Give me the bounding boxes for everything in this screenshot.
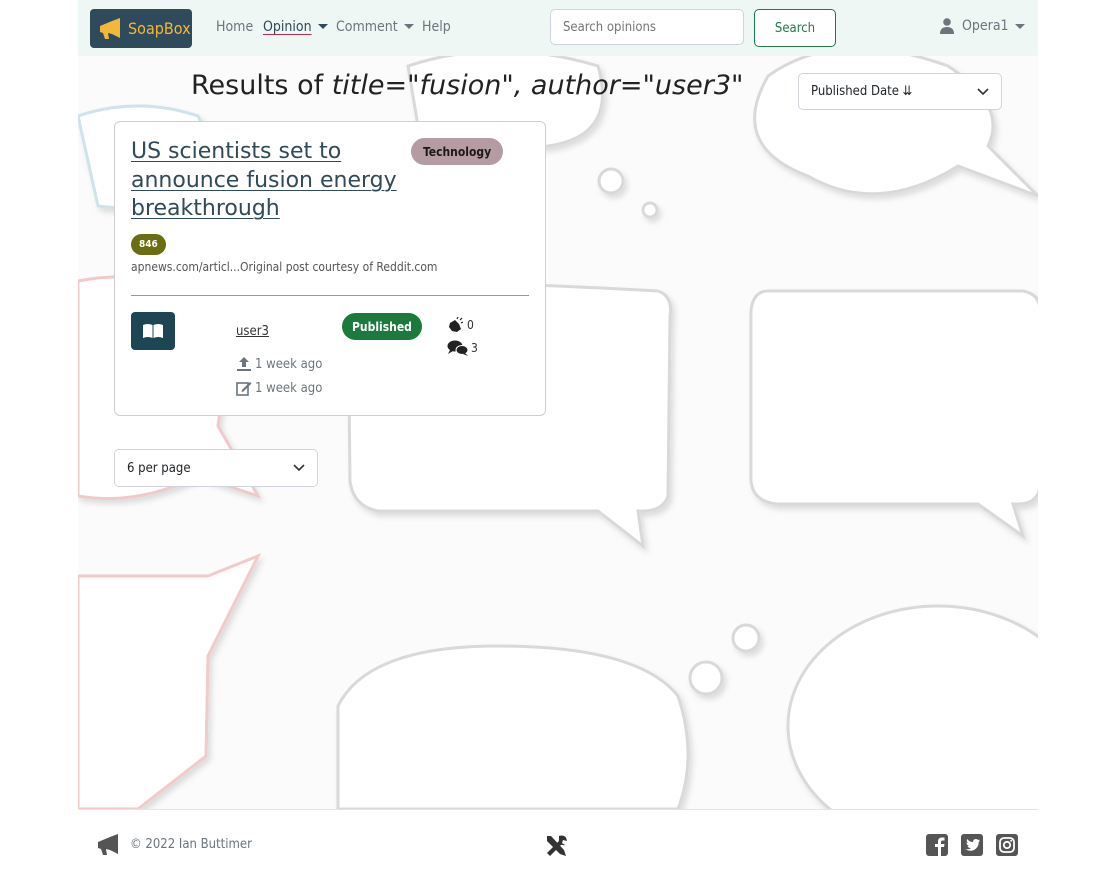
status-badge: Published (342, 313, 422, 340)
twitter-icon[interactable] (961, 834, 983, 856)
instagram-icon[interactable] (996, 834, 1018, 856)
upload-icon (237, 357, 251, 371)
results-prefix: Results of (191, 70, 332, 101)
results-query: title="fusion", author="user3" (331, 70, 744, 101)
facebook-icon[interactable] (926, 834, 948, 856)
opinion-card: US scientists set to announce fusion ene… (114, 121, 546, 416)
reaction-count: 0 (447, 317, 474, 333)
edit-icon (236, 382, 252, 396)
comment-count-text: 3 (471, 341, 478, 355)
published-date-text: 1 week ago (255, 356, 323, 372)
nav-opinion[interactable]: Opinion (263, 19, 328, 35)
brand-link[interactable]: SoapBox (90, 9, 192, 48)
per-page-selected: 6 per page (127, 460, 191, 476)
divider (131, 295, 529, 296)
sort-selected: Published Date ⇊ (811, 84, 913, 99)
opinion-title-link[interactable]: US scientists set to announce fusion ene… (131, 138, 401, 224)
nav-comment-label: Comment (336, 19, 398, 35)
footer: © 2022 Ian Buttimer (78, 809, 1038, 878)
chevron-down-icon (317, 24, 328, 29)
comment-count: 3 (447, 340, 478, 356)
tools-icon[interactable] (544, 833, 570, 859)
navbar: SoapBox Home Opinion Comment Help Search… (78, 0, 1038, 56)
read-opinion-button[interactable] (131, 312, 175, 350)
per-page-select[interactable]: 6 per page (114, 449, 318, 487)
user-icon (940, 18, 954, 34)
user-menu[interactable]: Opera1 (940, 18, 1025, 34)
brand-name: SoapBox (128, 19, 191, 38)
megaphone-icon (98, 834, 118, 855)
nav-home[interactable]: Home (216, 19, 253, 35)
updated-date-text: 1 week ago (255, 380, 323, 396)
hands-clapping-icon (449, 317, 464, 332)
search-input[interactable] (550, 9, 744, 45)
book-open-icon (143, 324, 163, 338)
updated-date: 1 week ago (236, 380, 322, 396)
copyright-text: © 2022 Ian Buttimer (130, 837, 252, 852)
chevron-down-icon (293, 464, 305, 472)
opinion-id-badge: 846 (131, 234, 166, 255)
category-badge: Technology (411, 138, 504, 165)
chevron-down-icon (1014, 23, 1025, 29)
page: SoapBox Home Opinion Comment Help Search… (78, 0, 1038, 878)
opinion-source: apnews.com/articl...Original post courte… (131, 260, 438, 274)
search-button[interactable]: Search (754, 9, 836, 47)
reaction-count-text: 0 (467, 318, 474, 332)
published-date: 1 week ago (236, 356, 322, 372)
username: Opera1 (962, 18, 1009, 34)
chevron-down-icon (403, 24, 414, 29)
results-heading: Results of title="fusion", author="user3… (191, 70, 743, 101)
sort-select[interactable]: Published Date ⇊ (798, 73, 1002, 110)
comments-icon (447, 340, 469, 356)
author-link[interactable]: user3 (236, 324, 269, 339)
chevron-down-icon (977, 87, 989, 95)
megaphone-icon (100, 17, 120, 39)
nav-comment[interactable]: Comment (336, 19, 414, 35)
nav-opinion-label: Opinion (263, 19, 312, 35)
nav-help[interactable]: Help (422, 19, 451, 35)
